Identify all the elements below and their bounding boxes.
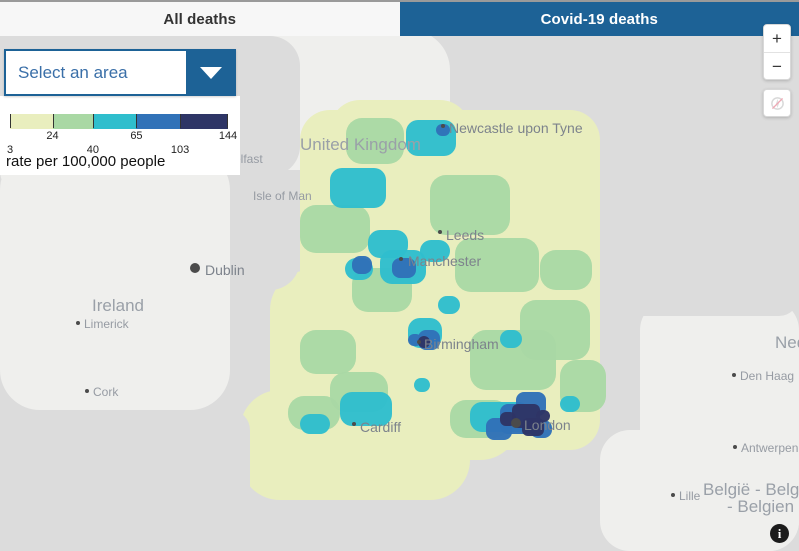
map-place-dot <box>438 230 442 234</box>
map-region <box>455 238 539 292</box>
zoom-out-button[interactable]: − <box>764 52 790 79</box>
map-place-dot <box>441 124 445 128</box>
map-region <box>536 410 550 422</box>
chevron-down-icon <box>200 67 222 79</box>
map-region <box>346 118 404 164</box>
map-place-dot <box>732 373 736 377</box>
area-select-dropdown-button[interactable] <box>186 49 236 96</box>
legend-tick-mark-2 <box>93 114 94 128</box>
info-icon: i <box>778 526 782 542</box>
legend-color-scale <box>10 114 228 129</box>
area-select-input[interactable]: Select an area <box>4 49 186 96</box>
map-region <box>340 392 392 426</box>
map-place-dot <box>352 422 356 426</box>
legend-tick-mark-0 <box>10 114 11 128</box>
tab-covid19-deaths[interactable]: Covid-19 deaths <box>400 2 799 36</box>
map-region <box>230 170 300 290</box>
zoom-controls: + − <box>763 24 791 80</box>
map-region <box>414 378 430 392</box>
map-region <box>420 240 450 262</box>
zoom-in-button[interactable]: + <box>764 25 790 52</box>
legend-segment-1 <box>53 114 93 129</box>
compass-button-inner[interactable] <box>764 90 790 117</box>
map-region <box>560 396 580 412</box>
map-place-dot <box>417 340 421 344</box>
tab-all-deaths[interactable]: All deaths <box>0 2 400 36</box>
minus-icon: − <box>772 58 782 75</box>
info-button[interactable]: i <box>770 524 789 543</box>
compass-reset-button[interactable] <box>763 89 791 117</box>
compass-disabled-icon <box>770 96 785 111</box>
area-select[interactable]: Select an area <box>4 49 236 96</box>
map-region <box>300 205 370 253</box>
legend-tick-label-103: 103 <box>171 144 189 156</box>
map-region <box>470 36 610 106</box>
map-region <box>300 414 330 434</box>
legend-segment-3 <box>136 114 180 129</box>
legend-caption: rate per 100,000 people <box>6 153 165 170</box>
covid-deaths-map-app: All deaths Covid-19 deaths GlasgowUnited… <box>0 0 799 551</box>
legend-segment-2 <box>93 114 137 129</box>
legend-tick-mark-5 <box>227 114 228 128</box>
map-place-dot <box>85 389 89 393</box>
map-legend: 3244065103144 rate per 100,000 people <box>0 96 240 175</box>
map-region <box>352 256 372 274</box>
map-place-dot <box>671 493 675 497</box>
map-region <box>330 168 386 208</box>
map-region <box>430 175 510 235</box>
map-region <box>230 36 300 176</box>
legend-segment-0 <box>10 114 53 129</box>
legend-tick-mark-1 <box>53 114 54 128</box>
map-place-dot <box>511 418 521 428</box>
plus-icon: + <box>772 30 782 47</box>
deaths-tabbar: All deaths Covid-19 deaths <box>0 0 799 36</box>
map-region <box>500 330 522 348</box>
map-place-dot <box>399 257 403 261</box>
legend-tick-label-65: 65 <box>130 130 142 142</box>
legend-tick-mark-4 <box>180 114 181 128</box>
map-region <box>300 330 356 374</box>
legend-segment-4 <box>180 114 228 129</box>
tab-all-deaths-label: All deaths <box>163 11 236 28</box>
map-controls: + − <box>763 24 791 117</box>
map-place-dot <box>733 445 737 449</box>
legend-tick-label-24: 24 <box>46 130 58 142</box>
legend-tick-label-144: 144 <box>219 130 237 142</box>
map-place-dot <box>76 321 80 325</box>
legend-tick-mark-3 <box>136 114 137 128</box>
tab-covid19-deaths-label: Covid-19 deaths <box>541 11 658 28</box>
map-place-dot <box>190 263 200 273</box>
map-region <box>438 296 460 314</box>
map-region <box>392 258 416 278</box>
area-select-placeholder: Select an area <box>18 63 128 83</box>
map-region <box>540 250 592 290</box>
map-region <box>0 410 250 551</box>
